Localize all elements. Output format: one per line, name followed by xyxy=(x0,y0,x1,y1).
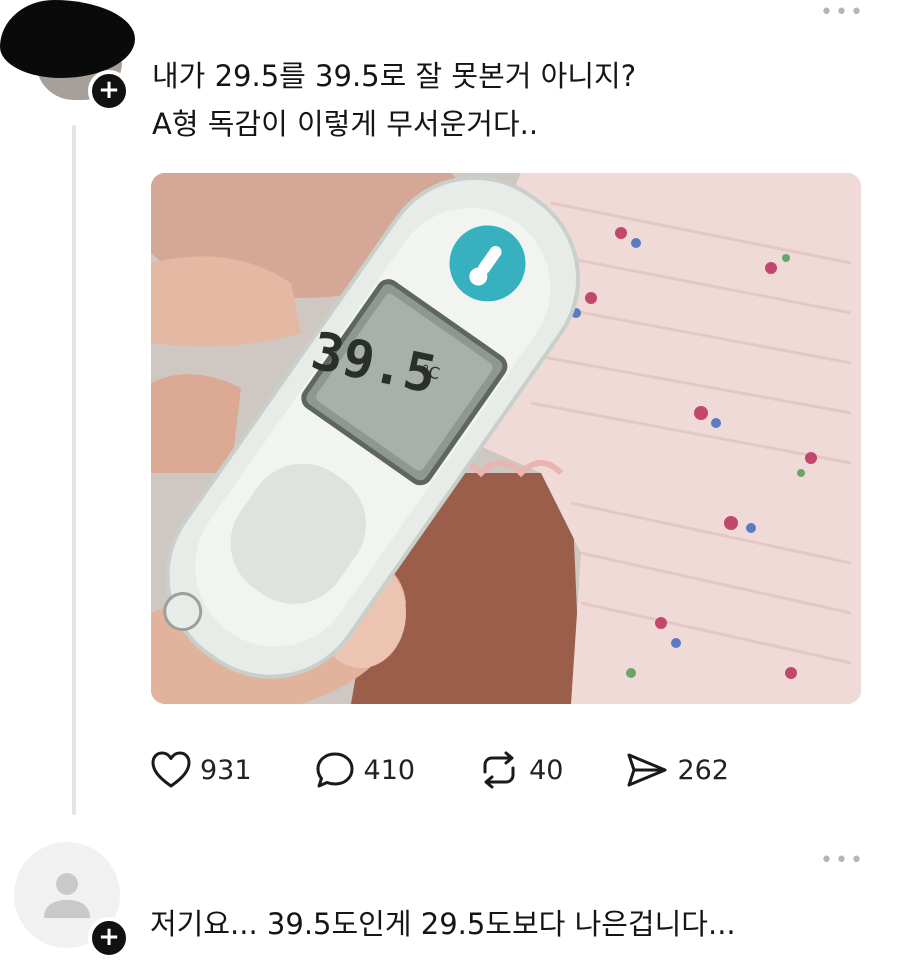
post-text-line-2: A형 독감이 이렇게 무서운거다.. xyxy=(152,107,539,141)
send-icon xyxy=(627,753,667,787)
like-count: 931 xyxy=(200,754,252,786)
reply-follow-plus-icon[interactable]: + xyxy=(88,917,130,959)
reply-body: 저기요... 39.5도인게 29.5도보다 나은겁니다... xyxy=(150,907,736,941)
share-count: 262 xyxy=(677,754,729,786)
thermometer-unit: °C xyxy=(419,361,442,384)
thermometer-photo: 39.5 °C xyxy=(151,173,861,704)
post-text-line-1: 내가 29.5를 39.5로 잘 못본거 아니지? xyxy=(152,59,637,93)
comment-count: 410 xyxy=(363,754,416,786)
comment-button[interactable]: 410 xyxy=(314,750,416,790)
heart-icon xyxy=(151,751,191,788)
more-options-icon[interactable]: ••• xyxy=(820,2,865,24)
follow-plus-icon[interactable]: + xyxy=(88,70,130,112)
thread-connector-line xyxy=(72,125,76,815)
post-actions: 931 410 40 262 xyxy=(150,748,791,792)
post-body: 내가 29.5를 39.5로 잘 못본거 아니지? A형 독감이 이렇게 무서운… xyxy=(152,52,872,148)
share-button[interactable]: 262 xyxy=(625,750,729,790)
repost-arrows-icon xyxy=(483,751,515,789)
reply-more-options-icon[interactable]: ••• xyxy=(820,850,865,872)
repost-count: 40 xyxy=(529,754,564,786)
like-button[interactable]: 931 xyxy=(150,750,252,790)
repost-button[interactable]: 40 xyxy=(477,750,563,790)
comment-bubble-icon xyxy=(316,752,354,788)
post-image[interactable]: 39.5 °C xyxy=(151,173,861,704)
